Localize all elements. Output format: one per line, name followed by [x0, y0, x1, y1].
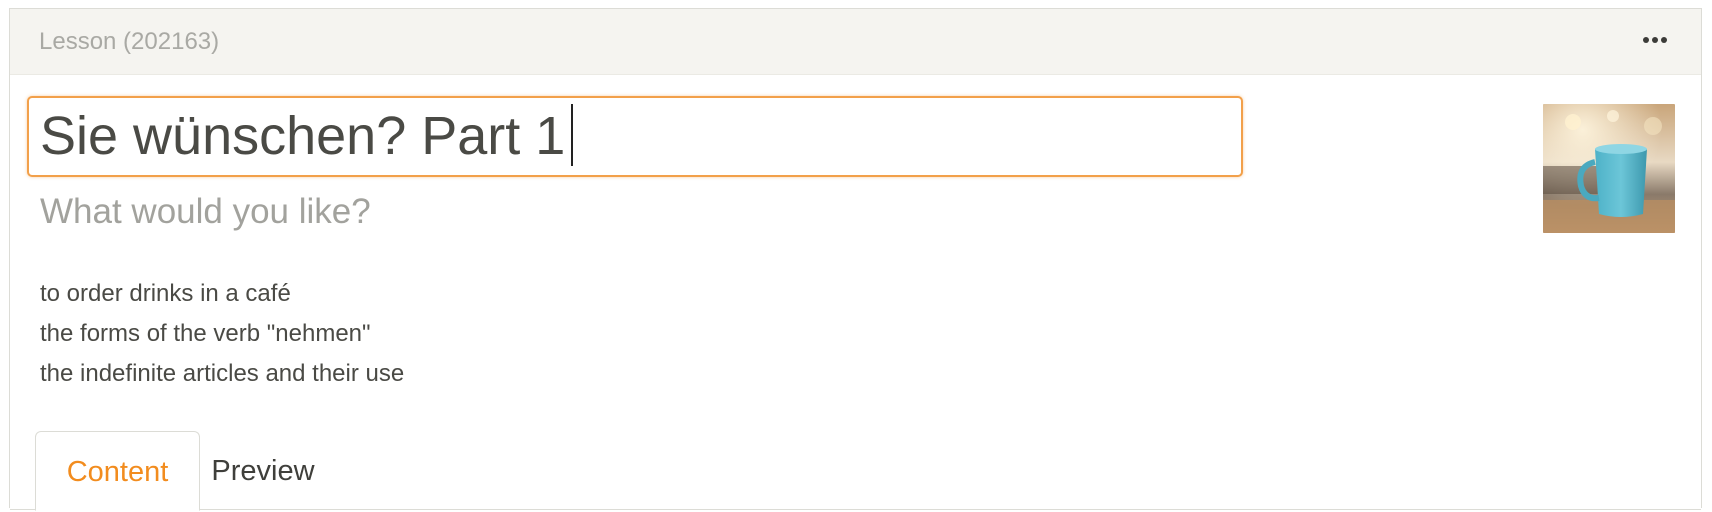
lesson-subtitle[interactable]: What would you like?	[40, 192, 371, 232]
lesson-title-input[interactable]: Sie wünschen? Part 1	[27, 96, 1243, 177]
tab-preview[interactable]: Preview	[200, 431, 326, 511]
lesson-id-heading: Lesson (202163)	[39, 28, 220, 55]
lesson-objectives[interactable]: to order drinks in a café the forms of t…	[40, 274, 404, 394]
tab-content[interactable]: Content	[35, 431, 200, 511]
objective-item: the indefinite articles and their use	[40, 360, 405, 387]
objective-item: to order drinks in a café	[40, 280, 291, 307]
more-dot	[1661, 37, 1667, 43]
more-dot	[1643, 37, 1649, 43]
objective-item: the forms of the verb "nehmen"	[40, 320, 371, 347]
lesson-thumbnail-image[interactable]	[1543, 104, 1675, 233]
lesson-title-value: Sie wünschen? Part 1	[40, 106, 566, 166]
panel-header: Lesson (202163)	[10, 9, 1701, 75]
lesson-tabs: Content Preview	[10, 422, 1701, 511]
coffee-mug-photo	[1543, 104, 1675, 233]
more-horizontal-icon[interactable]	[1643, 35, 1667, 45]
text-cursor	[571, 104, 574, 166]
more-dot	[1652, 37, 1658, 43]
lesson-panel: Lesson (202163) Sie wünschen? Part 1 Wha…	[9, 8, 1702, 511]
